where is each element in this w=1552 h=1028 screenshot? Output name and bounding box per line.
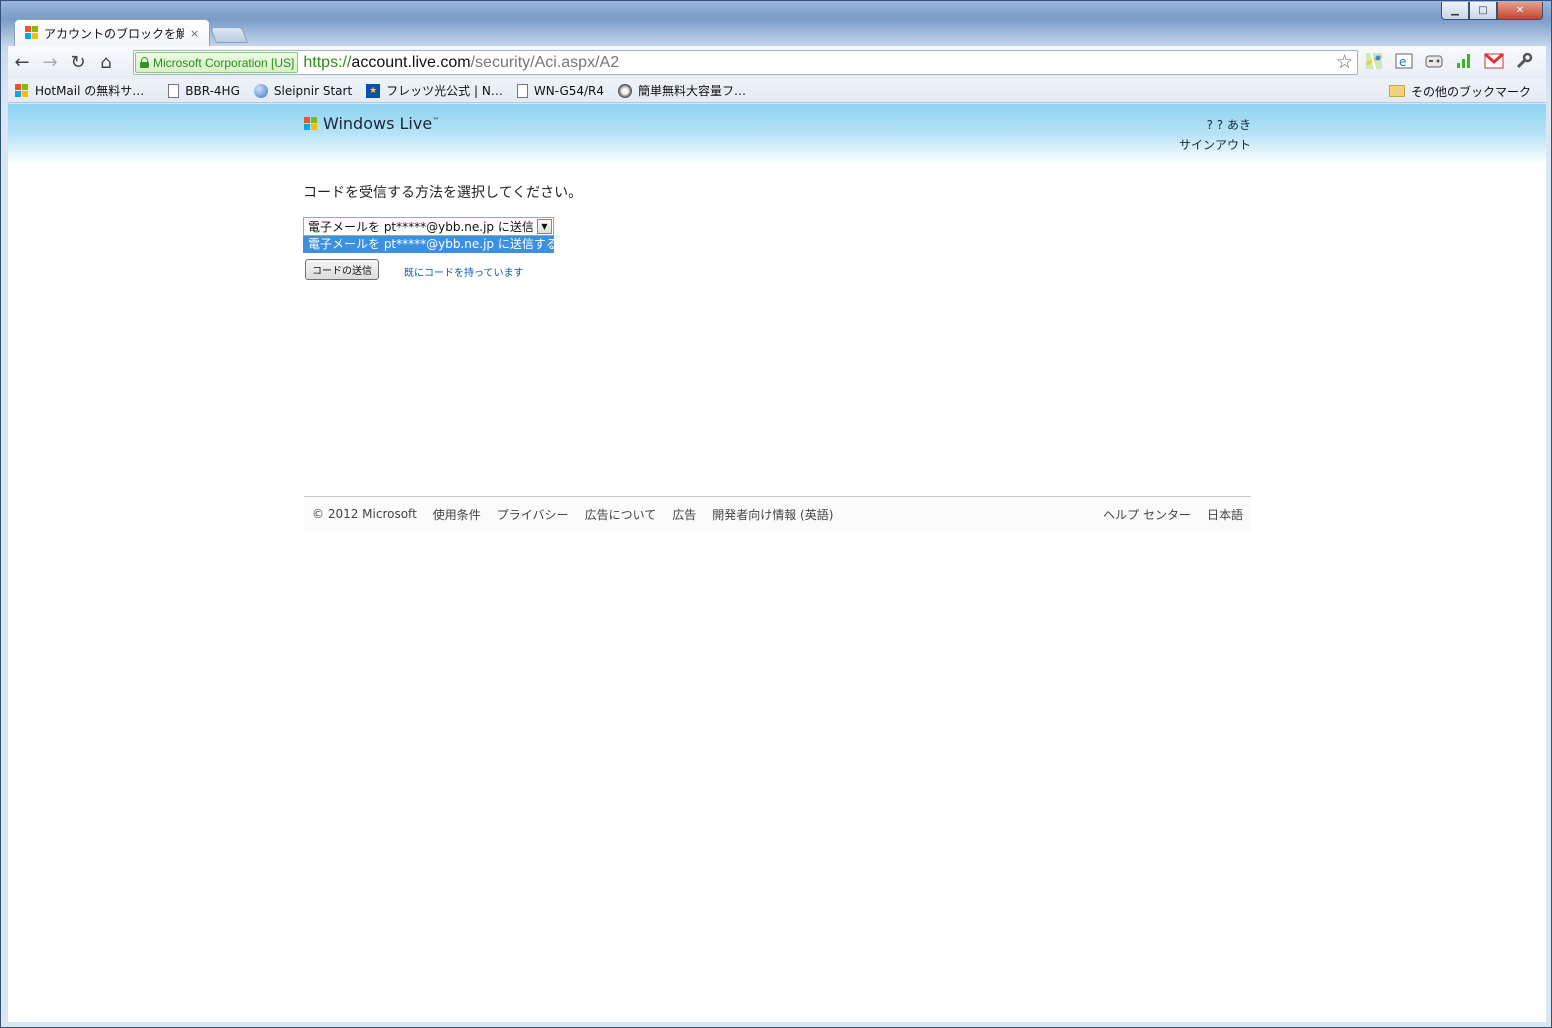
other-bookmarks-label: その他のブックマーク <box>1410 84 1531 99</box>
gmail-icon[interactable] <box>1483 50 1505 72</box>
url-scheme: https:// <box>303 53 352 71</box>
globe-icon <box>253 83 268 98</box>
extension-icons: e <box>1363 50 1535 72</box>
ev-certificate-badge[interactable]: Microsoft Corporation [US] <box>135 52 299 73</box>
other-bookmarks[interactable]: その他のブックマーク <box>1382 80 1538 102</box>
bookmark-sleipnir-start[interactable]: Sleipnir Start <box>247 80 359 102</box>
windows-flag-icon <box>25 26 39 40</box>
windows-live-header: Windows Live™ ? ? あき サインアウト <box>8 104 1546 164</box>
folder-icon <box>1388 85 1405 97</box>
flets-icon: ★ <box>366 83 381 98</box>
copyright: © 2012 Microsoft <box>312 507 417 521</box>
maximize-button[interactable]: □ <box>1469 2 1497 20</box>
gamepad-icon[interactable] <box>1423 50 1445 72</box>
browser-tab[interactable]: アカウントのブロックを解除 × <box>14 19 210 46</box>
url-text[interactable]: https://account.live.com/security/Aci.as… <box>303 54 619 72</box>
bookmark-flets[interactable]: ★ フレッツ光公式 | N… <box>359 80 510 102</box>
footer-link-developers[interactable]: 開発者向け情報 (英語) <box>712 506 833 523</box>
window-controls: ▁ □ ✕ <box>1441 2 1543 20</box>
home-button[interactable]: ⌂ <box>92 49 120 77</box>
page-title: コードを受信する方法を選択してください。 <box>303 185 583 201</box>
lock-icon <box>140 57 149 68</box>
wrench-icon[interactable] <box>1513 50 1535 72</box>
bookmark-file-transfer[interactable]: 簡単無料大容量フ… <box>611 80 753 102</box>
signal-icon[interactable] <box>1453 50 1475 72</box>
url-path: /security/Aci.aspx/A2 <box>470 53 620 71</box>
user-name[interactable]: ? ? あき <box>1207 116 1251 133</box>
ev-certificate-label: Microsoft Corporation [US] <box>153 55 295 70</box>
footer-left: © 2012 Microsoft 使用条件 プライバシー 広告について 広告 開… <box>304 506 833 523</box>
reload-button[interactable]: ↻ <box>64 49 92 77</box>
forward-button[interactable]: → <box>36 49 64 77</box>
back-button[interactable]: ← <box>8 49 36 77</box>
bookmarks-bar: HotMail の無料サ… BBR-4HG Sleipnir Start ★ フ… <box>8 79 1546 103</box>
windows-flag-icon <box>304 116 318 131</box>
ship-icon <box>618 83 633 98</box>
address-bar[interactable]: Microsoft Corporation [US] https://accou… <box>133 50 1358 75</box>
page-icon <box>168 83 180 98</box>
new-tab-button[interactable] <box>210 27 248 43</box>
footer-right: ヘルプ センター 日本語 <box>1087 506 1251 523</box>
logo-text: Windows Live™ <box>323 114 440 133</box>
delivery-method-select[interactable]: 電子メールを pt*****@ybb.ne.jp に送信する ▼ <box>303 217 554 236</box>
select-option[interactable]: 電子メールを pt*****@ybb.ne.jp に送信する <box>303 236 554 253</box>
select-value: 電子メールを pt*****@ybb.ne.jp に送信する <box>308 220 534 234</box>
chevron-down-icon[interactable]: ▼ <box>537 219 552 234</box>
footer-link-about-ads[interactable]: 広告について <box>585 506 657 523</box>
ie-tab-icon[interactable]: e <box>1393 50 1415 72</box>
bookmark-star-icon[interactable]: ☆ <box>1336 51 1353 73</box>
footer-link-advertise[interactable]: 広告 <box>672 506 696 523</box>
browser-window: ▁ □ ✕ アカウントのブロックを解除 × ← → ↻ ⌂ Microsoft … <box>0 0 1552 1028</box>
close-window-button[interactable]: ✕ <box>1497 2 1543 20</box>
tab-close-icon[interactable]: × <box>190 27 199 40</box>
windows-flag-icon <box>15 83 29 98</box>
browser-toolbar: ← → ↻ ⌂ Microsoft Corporation [US] https… <box>8 46 1546 79</box>
sign-out-link[interactable]: サインアウト <box>1179 136 1251 153</box>
bookmark-label: BBR-4HG <box>185 83 240 98</box>
bookmark-bbr-4hg[interactable]: BBR-4HG <box>161 80 247 102</box>
page-content: Windows Live™ ? ? あき サインアウト コードを受信する方法を選… <box>8 104 1546 1022</box>
bookmark-label: HotMail の無料サ… <box>35 84 145 98</box>
footer-link-language[interactable]: 日本語 <box>1207 506 1243 523</box>
page-icon <box>516 83 528 98</box>
footer-link-help-center[interactable]: ヘルプ センター <box>1103 506 1191 523</box>
tab-title: アカウントのブロックを解除 <box>44 26 184 41</box>
bookmark-wn-g54[interactable]: WN-G54/R4 <box>510 80 611 102</box>
footer-link-privacy[interactable]: プライバシー <box>497 506 569 523</box>
bookmark-hotmail[interactable]: HotMail の無料サ… <box>8 80 151 102</box>
footer: © 2012 Microsoft 使用条件 プライバシー 広告について 広告 開… <box>304 496 1251 531</box>
maps-icon[interactable] <box>1363 50 1385 72</box>
url-host: account.live.com <box>351 53 471 71</box>
bookmark-label: Sleipnir Start <box>273 83 353 98</box>
bookmark-label: WN-G54/R4 <box>533 83 605 98</box>
have-code-link[interactable]: 既にコードを持っています <box>404 264 524 279</box>
windows-live-logo[interactable]: Windows Live™ <box>304 114 439 133</box>
minimize-button[interactable]: ▁ <box>1441 2 1469 20</box>
bookmark-label: 簡単無料大容量フ… <box>638 84 747 98</box>
svg-text:e: e <box>1399 55 1406 69</box>
footer-link-terms[interactable]: 使用条件 <box>433 506 481 523</box>
bookmark-label: フレッツ光公式 | N… <box>386 84 503 98</box>
send-code-button[interactable]: コードの送信 <box>305 259 379 280</box>
